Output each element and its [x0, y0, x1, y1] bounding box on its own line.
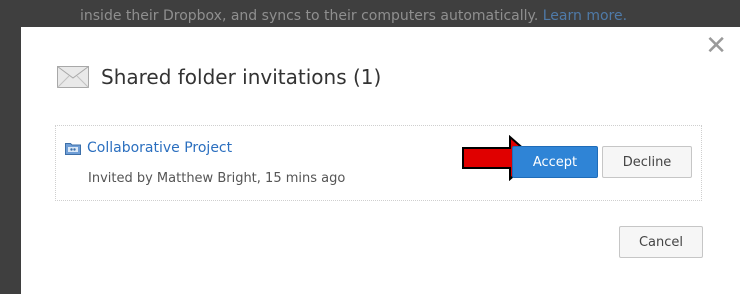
decline-button[interactable]: Decline: [602, 146, 692, 178]
shared-folder-icon: [65, 143, 81, 155]
invited-by-text: Invited by Matthew Bright, 15 mins ago: [88, 171, 346, 186]
invitation-row: Collaborative Project Invited by Matthew…: [55, 125, 702, 201]
learn-more-link: Learn more.: [542, 8, 628, 24]
accept-button[interactable]: Accept: [512, 146, 598, 178]
dialog-header: Shared folder invitations (1): [57, 65, 381, 89]
folder-name-link[interactable]: Collaborative Project: [87, 140, 232, 156]
background-page-text: inside their Dropbox, and syncs to their…: [80, 8, 627, 24]
close-icon[interactable]: ✕: [705, 33, 727, 59]
background-text: inside their Dropbox, and syncs to their…: [80, 8, 539, 24]
dialog-title: Shared folder invitations (1): [101, 65, 382, 89]
shared-folder-invitations-dialog: ✕ Shared folder invitations (1) Collabor…: [21, 27, 740, 294]
cancel-button[interactable]: Cancel: [619, 226, 703, 258]
envelope-icon: [57, 66, 89, 88]
folder-row: Collaborative Project: [65, 140, 232, 156]
